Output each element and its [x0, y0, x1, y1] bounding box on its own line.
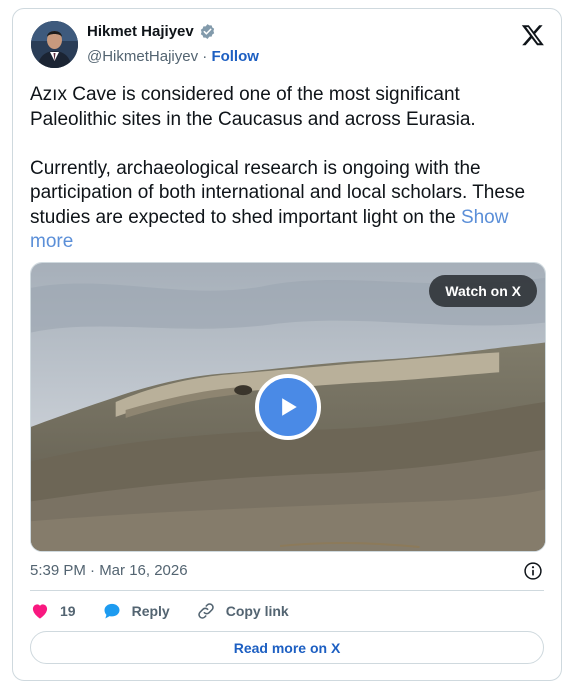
follow-button[interactable]: Follow — [211, 48, 259, 65]
read-more-button[interactable]: Read more on X — [30, 631, 544, 664]
copy-link-button[interactable]: Copy link — [196, 601, 289, 621]
video-player[interactable]: Watch on X — [30, 262, 546, 552]
author-name[interactable]: Hikmet Hajiyev — [87, 23, 194, 40]
action-bar: 19 Reply Copy link — [30, 601, 289, 621]
play-icon — [282, 398, 297, 416]
reply-button[interactable]: Reply — [102, 601, 170, 621]
tweet-timestamp[interactable]: 5:39 PM · Mar 16, 2026 — [30, 562, 188, 579]
verified-badge-icon — [199, 23, 216, 40]
author-name-row: Hikmet Hajiyev — [87, 23, 216, 40]
author-handle-row: @HikmetHajiyev · Follow — [87, 48, 259, 65]
copy-link-label: Copy link — [225, 603, 289, 619]
tweet-body: Azıx Cave is considered one of the most … — [30, 84, 526, 228]
tweet-text: Azıx Cave is considered one of the most … — [30, 83, 545, 255]
like-button[interactable]: 19 — [30, 601, 76, 621]
info-icon[interactable] — [523, 561, 543, 581]
x-logo-icon[interactable] — [521, 23, 545, 47]
link-icon — [197, 603, 214, 619]
watch-on-x-button[interactable]: Watch on X — [429, 275, 537, 307]
separator-dot: · — [202, 48, 208, 65]
reply-label: Reply — [131, 603, 170, 619]
avatar[interactable] — [31, 21, 78, 68]
tweet-card: Hikmet Hajiyev @HikmetHajiyev · Follow A… — [12, 8, 562, 681]
play-button[interactable] — [255, 374, 321, 440]
heart-icon — [32, 604, 48, 619]
author-handle[interactable]: @HikmetHajiyev — [87, 48, 198, 65]
like-count: 19 — [60, 603, 76, 619]
reply-bubble-icon — [104, 603, 120, 619]
divider — [30, 590, 544, 591]
